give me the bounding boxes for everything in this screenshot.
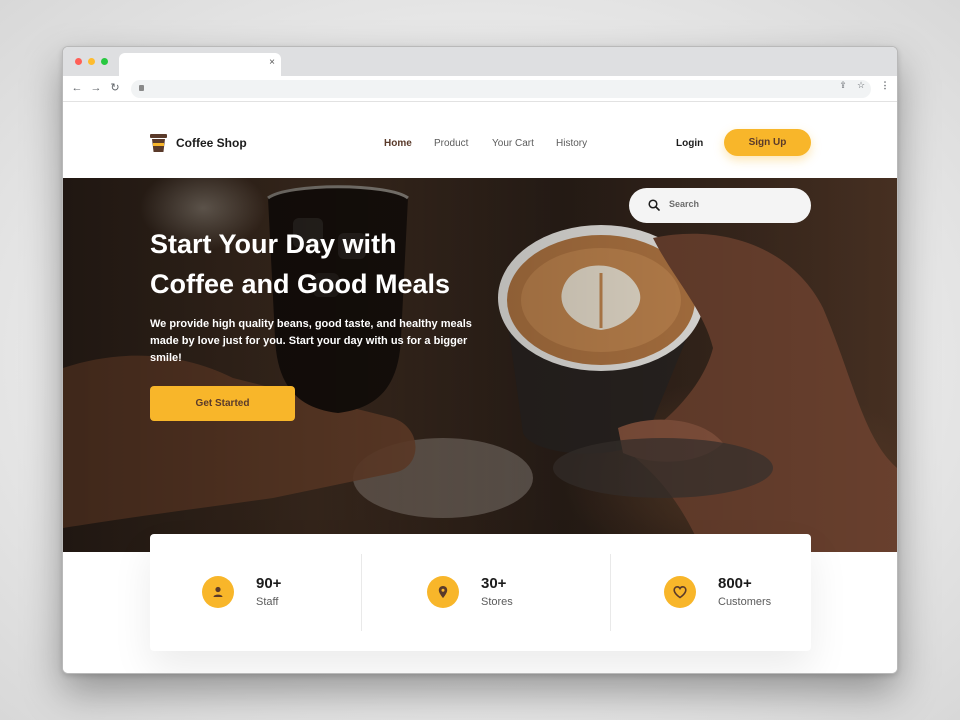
nav-history[interactable]: History [556, 138, 587, 149]
website: Coffee Shop Home Product Your Cart Histo… [63, 103, 897, 673]
stat-label: Customers [718, 596, 772, 608]
browser-tab-bar: × [63, 47, 897, 76]
browser-toolbar: ← → ↻ ⇪ ☆ ⋮ [63, 76, 897, 102]
share-icon[interactable]: ⇪ [838, 80, 848, 90]
stat-label: Stores [481, 596, 513, 608]
get-started-button[interactable]: Get Started [150, 386, 295, 421]
heart-icon [664, 576, 696, 608]
star-icon[interactable]: ☆ [856, 80, 866, 90]
hero-section: Search Start Your Day with Coffee and Go… [63, 178, 897, 552]
search-input[interactable]: Search [669, 199, 699, 209]
hero-title-line-2: Coffee and Good Meals [150, 269, 451, 299]
nav-home[interactable]: Home [384, 138, 412, 149]
user-icon [202, 576, 234, 608]
browser-tab[interactable]: × [119, 53, 281, 76]
location-pin-icon [427, 576, 459, 608]
stat-value: 30+ [481, 575, 507, 592]
search-icon [648, 199, 660, 211]
browser-window: × ← → ↻ ⇪ ☆ ⋮ Coffee Shop Home Product Y… [62, 46, 898, 674]
close-window-button[interactable] [75, 58, 82, 65]
search-box[interactable]: Search [629, 188, 811, 223]
nav-product[interactable]: Product [434, 138, 468, 149]
stats-panel: 90+ Staff 30+ Stores 800+ Customers [150, 534, 811, 651]
hero-title: Start Your Day with Coffee and Good Meal… [150, 224, 510, 304]
stat-label: Staff [256, 596, 279, 608]
reload-icon[interactable]: ↻ [108, 81, 122, 95]
stat-value: 800+ [718, 575, 752, 592]
hero-title-line-1: Start Your Day with [150, 229, 397, 259]
stat-customers: 800+ Customers [611, 534, 811, 651]
lock-icon [139, 85, 144, 91]
nav-your-cart[interactable]: Your Cart [492, 138, 534, 149]
stat-value: 90+ [256, 575, 282, 592]
login-link[interactable]: Login [676, 138, 703, 149]
stat-stores: 30+ Stores [362, 534, 610, 651]
stat-staff: 90+ Staff [150, 534, 361, 651]
forward-icon[interactable]: → [89, 81, 103, 95]
sign-up-button[interactable]: Sign Up [724, 129, 811, 156]
menu-icon[interactable]: ⋮ [880, 80, 890, 90]
tab-close-icon[interactable]: × [269, 57, 275, 69]
site-header: Coffee Shop Home Product Your Cart Histo… [63, 103, 897, 178]
address-bar[interactable] [131, 80, 871, 98]
minimize-window-button[interactable] [88, 58, 95, 65]
hero-description: We provide high quality beans, good tast… [150, 318, 472, 364]
back-icon[interactable]: ← [70, 81, 84, 95]
maximize-window-button[interactable] [101, 58, 108, 65]
logo-text[interactable]: Coffee Shop [176, 136, 247, 150]
coffee-cup-logo-icon[interactable] [150, 134, 167, 153]
